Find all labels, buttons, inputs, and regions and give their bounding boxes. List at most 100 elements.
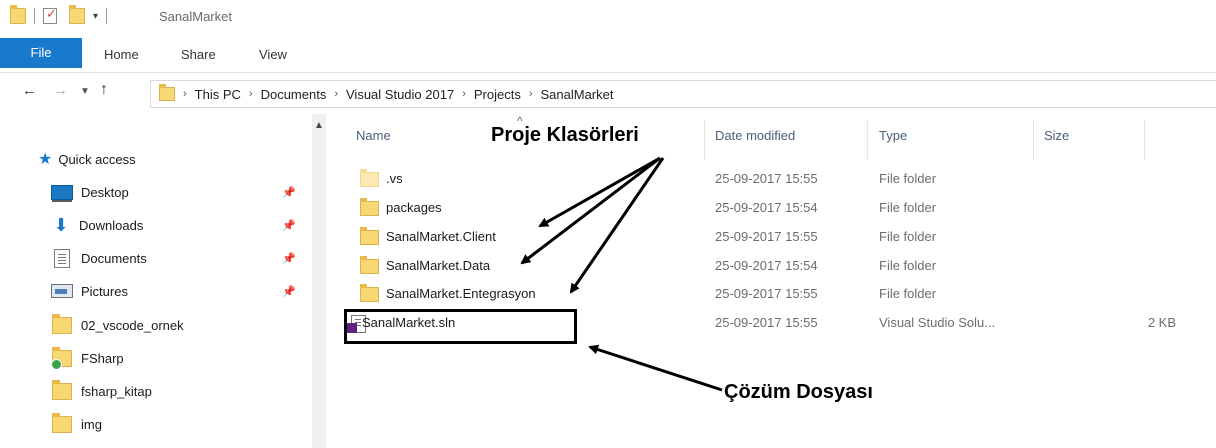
file-date: 25-09-2017 15:54	[715, 258, 818, 273]
properties-icon[interactable]: ✓	[43, 6, 57, 24]
sidebar-item-downloads[interactable]: ⬇ Downloads	[0, 211, 143, 239]
file-type: File folder	[879, 229, 937, 244]
sidebar-item-fsharp-kitap[interactable]: fsharp_kitap	[0, 377, 152, 405]
sidebar-item-label: Documents	[81, 250, 147, 266]
sidebar-item-label: Quick access	[58, 151, 136, 167]
breadcrumb-this-pc[interactable]: This PC	[195, 87, 241, 102]
breadcrumb-projects[interactable]: Projects	[474, 87, 521, 102]
desktop-icon	[51, 184, 73, 202]
annotation-project-folders: Proje Klasörleri	[491, 124, 639, 146]
file-name: SanalMarket.Client	[386, 229, 496, 244]
window-title: SanalMarket	[159, 9, 232, 24]
file-name: SanalMarket.Data	[386, 258, 491, 273]
file-name: SanalMarket.Entegrasyon	[386, 286, 536, 301]
sidebar-item-img[interactable]: img	[0, 410, 102, 438]
sidebar-item-label: fsharp_kitap	[81, 383, 152, 399]
quick-access-toolbar: ✓ ▾	[10, 5, 115, 24]
toolbar-separator	[34, 8, 35, 24]
breadcrumb-visual-studio-2017[interactable]: Visual Studio 2017	[346, 87, 454, 102]
file-date: 25-09-2017 15:55	[715, 229, 818, 244]
chevron-right-icon[interactable]: ›	[334, 88, 338, 100]
column-divider[interactable]	[1144, 120, 1145, 160]
file-row[interactable]: SanalMarket.Entegrasyon 25-09-2017 15:55…	[326, 280, 1216, 308]
scroll-up-icon[interactable]: ▲	[314, 120, 324, 131]
sidebar-item-desktop[interactable]: Desktop	[0, 178, 129, 206]
chevron-right-icon[interactable]: ›	[183, 88, 187, 100]
navigation-pane: ★ Quick access Desktop 📌 ⬇ Downloads 📌 D…	[0, 114, 312, 448]
file-type: Visual Studio Solu...	[879, 315, 996, 330]
navigation-bar: ← → ▼ ↑ › This PC › Documents › Visual S…	[0, 72, 1216, 114]
folder-icon	[52, 412, 72, 433]
file-row[interactable]: packages 25-09-2017 15:54 File folder	[326, 194, 1216, 222]
tab-share[interactable]: Share	[181, 38, 216, 72]
sidebar-item-label: Downloads	[79, 217, 144, 233]
folder-sync-icon	[51, 346, 72, 370]
sidebar-item-documents[interactable]: Documents	[0, 244, 147, 272]
file-date: 25-09-2017 15:55	[715, 286, 818, 301]
pin-icon[interactable]: 📌	[282, 186, 296, 199]
file-type: File folder	[879, 258, 937, 273]
pictures-icon	[51, 284, 73, 298]
annotation-solution-file: Çözüm Dosyası	[724, 381, 873, 403]
new-folder-icon[interactable]	[69, 5, 85, 24]
address-bar[interactable]: › This PC › Documents › Visual Studio 20…	[150, 80, 1216, 108]
sidebar-scrollbar[interactable]: ▲	[312, 114, 326, 448]
sidebar-item-fsharp[interactable]: FSharp	[0, 344, 124, 372]
sidebar-item-pictures[interactable]: Pictures	[0, 277, 128, 305]
folder-icon	[360, 227, 379, 245]
documents-icon	[54, 248, 70, 268]
pin-icon[interactable]: 📌	[282, 219, 296, 232]
column-divider[interactable]	[867, 120, 868, 160]
folder-icon	[159, 84, 175, 101]
sidebar-item-label: Desktop	[81, 184, 129, 200]
folder-icon	[360, 284, 379, 302]
tab-file[interactable]: File	[0, 38, 82, 68]
file-name: .vs	[386, 171, 403, 186]
chevron-right-icon[interactable]: ›	[249, 88, 253, 100]
file-type: File folder	[879, 171, 937, 186]
folder-icon	[360, 169, 379, 187]
column-divider[interactable]	[1033, 120, 1034, 160]
tab-view[interactable]: View	[259, 38, 287, 72]
solution-file-highlight-box	[344, 309, 577, 344]
breadcrumb-documents[interactable]: Documents	[261, 87, 327, 102]
sidebar-item-label: img	[81, 416, 102, 432]
customize-dropdown-icon[interactable]: ▾	[93, 11, 98, 22]
chevron-right-icon[interactable]: ›	[529, 88, 533, 100]
file-row[interactable]: SanalMarket.Client 25-09-2017 15:55 File…	[326, 223, 1216, 251]
pin-icon[interactable]: 📌	[282, 285, 296, 298]
pin-icon[interactable]: 📌	[282, 252, 296, 265]
recent-locations-chevron-icon[interactable]: ▼	[80, 86, 90, 97]
tab-home[interactable]: Home	[104, 38, 139, 72]
sidebar-item-quick-access[interactable]: ★ Quick access	[0, 145, 136, 173]
sidebar-item-label: FSharp	[81, 350, 124, 366]
column-header-size[interactable]: Size	[1044, 128, 1069, 143]
column-header-type[interactable]: Type	[879, 128, 907, 143]
breadcrumb-sanalmarket[interactable]: SanalMarket	[541, 87, 614, 102]
column-header-date-modified[interactable]: Date modified	[715, 128, 795, 143]
folder-icon	[360, 256, 379, 274]
folder-icon	[52, 379, 72, 400]
toolbar-separator	[106, 8, 108, 24]
sidebar-item-label: 02_vscode_ornek	[81, 317, 184, 333]
file-date: 25-09-2017 15:55	[715, 315, 818, 330]
column-header-name[interactable]: Name	[356, 128, 391, 143]
up-arrow-icon[interactable]: ↑	[100, 81, 108, 99]
folder-icon	[360, 198, 379, 216]
star-icon: ★	[38, 151, 53, 168]
chevron-right-icon[interactable]: ›	[462, 88, 466, 100]
file-date: 25-09-2017 15:54	[715, 200, 818, 215]
column-divider[interactable]	[704, 120, 705, 160]
folder-icon[interactable]	[10, 5, 26, 24]
file-row[interactable]: SanalMarket.Data 25-09-2017 15:54 File f…	[326, 252, 1216, 280]
sidebar-item-label: Pictures	[81, 283, 128, 299]
file-name: packages	[386, 200, 442, 215]
back-arrow-icon[interactable]: ←	[22, 82, 37, 99]
sidebar-item-02-vscode-ornek[interactable]: 02_vscode_ornek	[0, 311, 184, 339]
forward-arrow-icon[interactable]: →	[53, 82, 68, 99]
file-type: File folder	[879, 200, 937, 215]
file-date: 25-09-2017 15:55	[715, 171, 818, 186]
downloads-icon: ⬇	[53, 215, 69, 235]
file-row[interactable]: .vs 25-09-2017 15:55 File folder	[326, 165, 1216, 193]
ribbon-tabs: File Home Share View	[0, 38, 1216, 73]
